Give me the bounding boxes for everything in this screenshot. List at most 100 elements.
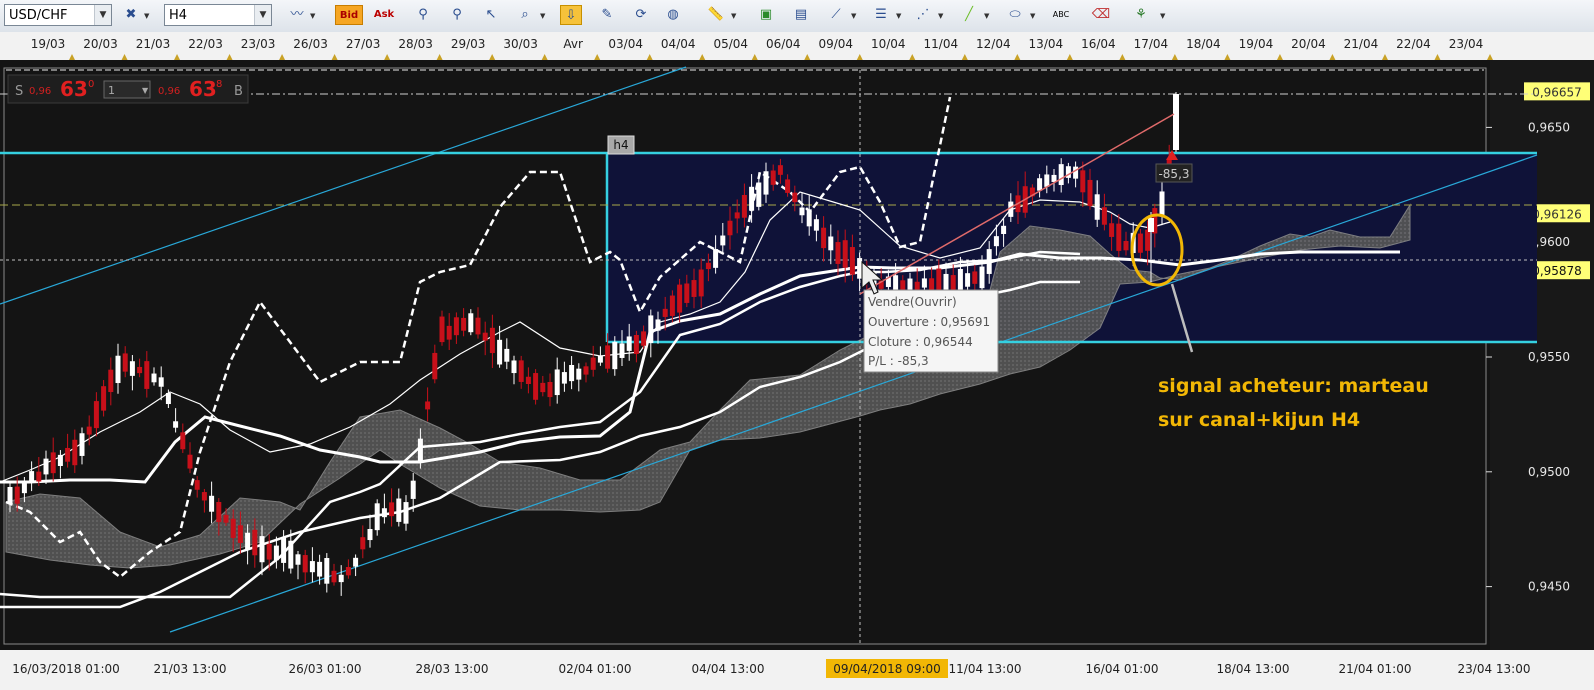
chevron-down-icon[interactable]: ▼	[896, 12, 901, 20]
trend-icon[interactable]: ⇩	[560, 5, 582, 25]
candle-bear	[1101, 207, 1107, 225]
candle-bear	[216, 501, 222, 523]
tools-icon[interactable]: ⟋	[825, 5, 847, 25]
fib-icon[interactable]: ⋰	[912, 5, 934, 25]
image-icon[interactable]: ▣	[755, 5, 777, 25]
top-date-label: 05/04	[713, 37, 748, 51]
ask-button[interactable]: Ask	[370, 5, 398, 25]
template-icon[interactable]: ▤	[790, 5, 812, 25]
top-date-label: 06/04	[766, 37, 801, 51]
candle-bull	[965, 273, 971, 287]
trade-tooltip: Vendre(Ouvrir) Ouverture : 0,95691 Clotu…	[863, 289, 999, 373]
chevron-down-icon[interactable]: ▼	[938, 12, 943, 20]
candle-bear	[684, 283, 690, 303]
candle-bull	[288, 540, 294, 569]
zoom-area-icon[interactable]: ⌕	[514, 5, 536, 25]
news-icon[interactable]: ✎	[596, 5, 618, 25]
symbol-select[interactable]: USD/CHF ▼	[4, 4, 112, 26]
candle-bull	[7, 486, 13, 504]
price-marker-label-current: 0,96657	[1532, 85, 1582, 99]
bid-button[interactable]: Bid	[335, 5, 363, 25]
ruler-icon[interactable]: 📏	[705, 5, 727, 25]
price-label: 0,9650	[1528, 120, 1570, 134]
candle-bear	[122, 353, 128, 372]
candle-bear	[446, 325, 452, 340]
tooltip-line3: Cloture : 0,96544	[868, 335, 973, 349]
candle-bear	[223, 514, 229, 523]
candle-bull	[619, 343, 625, 358]
sell-price-sup: 0	[88, 79, 94, 90]
candle-bear	[432, 352, 438, 380]
top-date-label: 19/03	[31, 37, 66, 51]
chevron-down-icon[interactable]: ▼	[984, 12, 989, 20]
sell-price-big[interactable]: 63	[60, 77, 88, 101]
candle-bear	[425, 401, 431, 410]
candle-bear	[201, 492, 207, 501]
chart[interactable]: 19/03 20/03 21/03 22/03 23/03 26/03 27/03 28/03…	[0, 32, 1594, 690]
zoom-out-icon[interactable]: ⚲	[446, 5, 468, 25]
candle-bear	[1080, 170, 1086, 193]
breakout-candle	[1173, 94, 1179, 150]
chevron-down-icon[interactable]: ▼	[731, 12, 736, 20]
qty-chevron-icon[interactable]: ▼	[142, 86, 149, 95]
timeframe-select[interactable]: H4 ▼	[164, 4, 272, 26]
candle-bull	[353, 557, 359, 567]
candle-bear	[1116, 223, 1122, 251]
eraser-icon[interactable]: ⌫	[1090, 5, 1112, 25]
buy-price-big[interactable]: 63	[189, 77, 217, 101]
candle-bear	[237, 525, 243, 543]
candle-bull	[554, 369, 560, 396]
top-date-label: 03/04	[608, 37, 643, 51]
abc-text-icon[interactable]: ABC	[1050, 5, 1072, 25]
quote-panel[interactable]: S 0,96 63 0 1 ▼ 0,96 63 8 B	[7, 74, 249, 104]
candle-bull	[597, 355, 603, 363]
chevron-down-icon[interactable]: ▼	[1160, 12, 1165, 20]
bottom-date-label: 21/04 01:00	[1339, 662, 1412, 676]
timeframe-value: H4	[169, 8, 188, 23]
top-date-label: 13/04	[1029, 37, 1064, 51]
chevron-down-icon[interactable]: ▼	[1030, 12, 1035, 20]
candle-bull	[576, 368, 582, 380]
candle-bear	[662, 308, 668, 317]
candle-bull	[317, 561, 323, 577]
pencil-icon[interactable]: ╱	[958, 5, 980, 25]
price-marker-label-level_b: 0,95878	[1532, 264, 1582, 278]
lines-icon[interactable]: ☰	[870, 5, 892, 25]
candle-bull	[281, 537, 287, 563]
chevron-down-icon[interactable]: ▼	[851, 12, 856, 20]
candle-bull	[43, 458, 49, 475]
candle-bear	[345, 567, 351, 576]
top-date-label: 21/04	[1344, 37, 1379, 51]
tree-icon[interactable]: ⚘	[1130, 5, 1152, 25]
refresh-icon[interactable]: ⟳	[630, 5, 652, 25]
candle-bull	[338, 574, 344, 583]
chart-type-icon[interactable]: ✖	[120, 5, 142, 25]
candle-bear	[1087, 179, 1093, 207]
candle-bull	[57, 454, 63, 467]
candle-bull	[374, 503, 380, 531]
candle-bear	[691, 280, 697, 297]
chart-line-icon[interactable]: 〰	[286, 5, 308, 25]
candle-bear	[302, 555, 308, 573]
candle-bull	[986, 249, 992, 274]
zoom-in-icon[interactable]: ⚲	[412, 5, 434, 25]
top-date-label: 12/04	[976, 37, 1011, 51]
candle-bear	[180, 432, 186, 450]
cursor-icon[interactable]: ↖	[480, 5, 502, 25]
candle-bull	[763, 171, 769, 195]
bottom-date-label: 04/04 13:00	[692, 662, 765, 676]
candle-bear	[14, 486, 20, 504]
candle-bear	[547, 381, 553, 398]
candle-bear	[641, 331, 647, 346]
candle-bull	[511, 360, 517, 374]
chevron-down-icon[interactable]: ▼	[144, 12, 149, 20]
sell-price-small: 0,96	[29, 86, 51, 97]
chevron-down-icon[interactable]: ▼	[310, 12, 315, 20]
ellipse-icon[interactable]: ⬭	[1004, 5, 1026, 25]
top-date-label: 19/04	[1239, 37, 1274, 51]
candle-bull	[165, 392, 171, 405]
chevron-down-icon[interactable]: ▼	[540, 12, 545, 20]
globe-icon[interactable]: ◍	[662, 5, 684, 25]
candle-bear	[331, 570, 337, 583]
candle-bull	[979, 266, 985, 289]
